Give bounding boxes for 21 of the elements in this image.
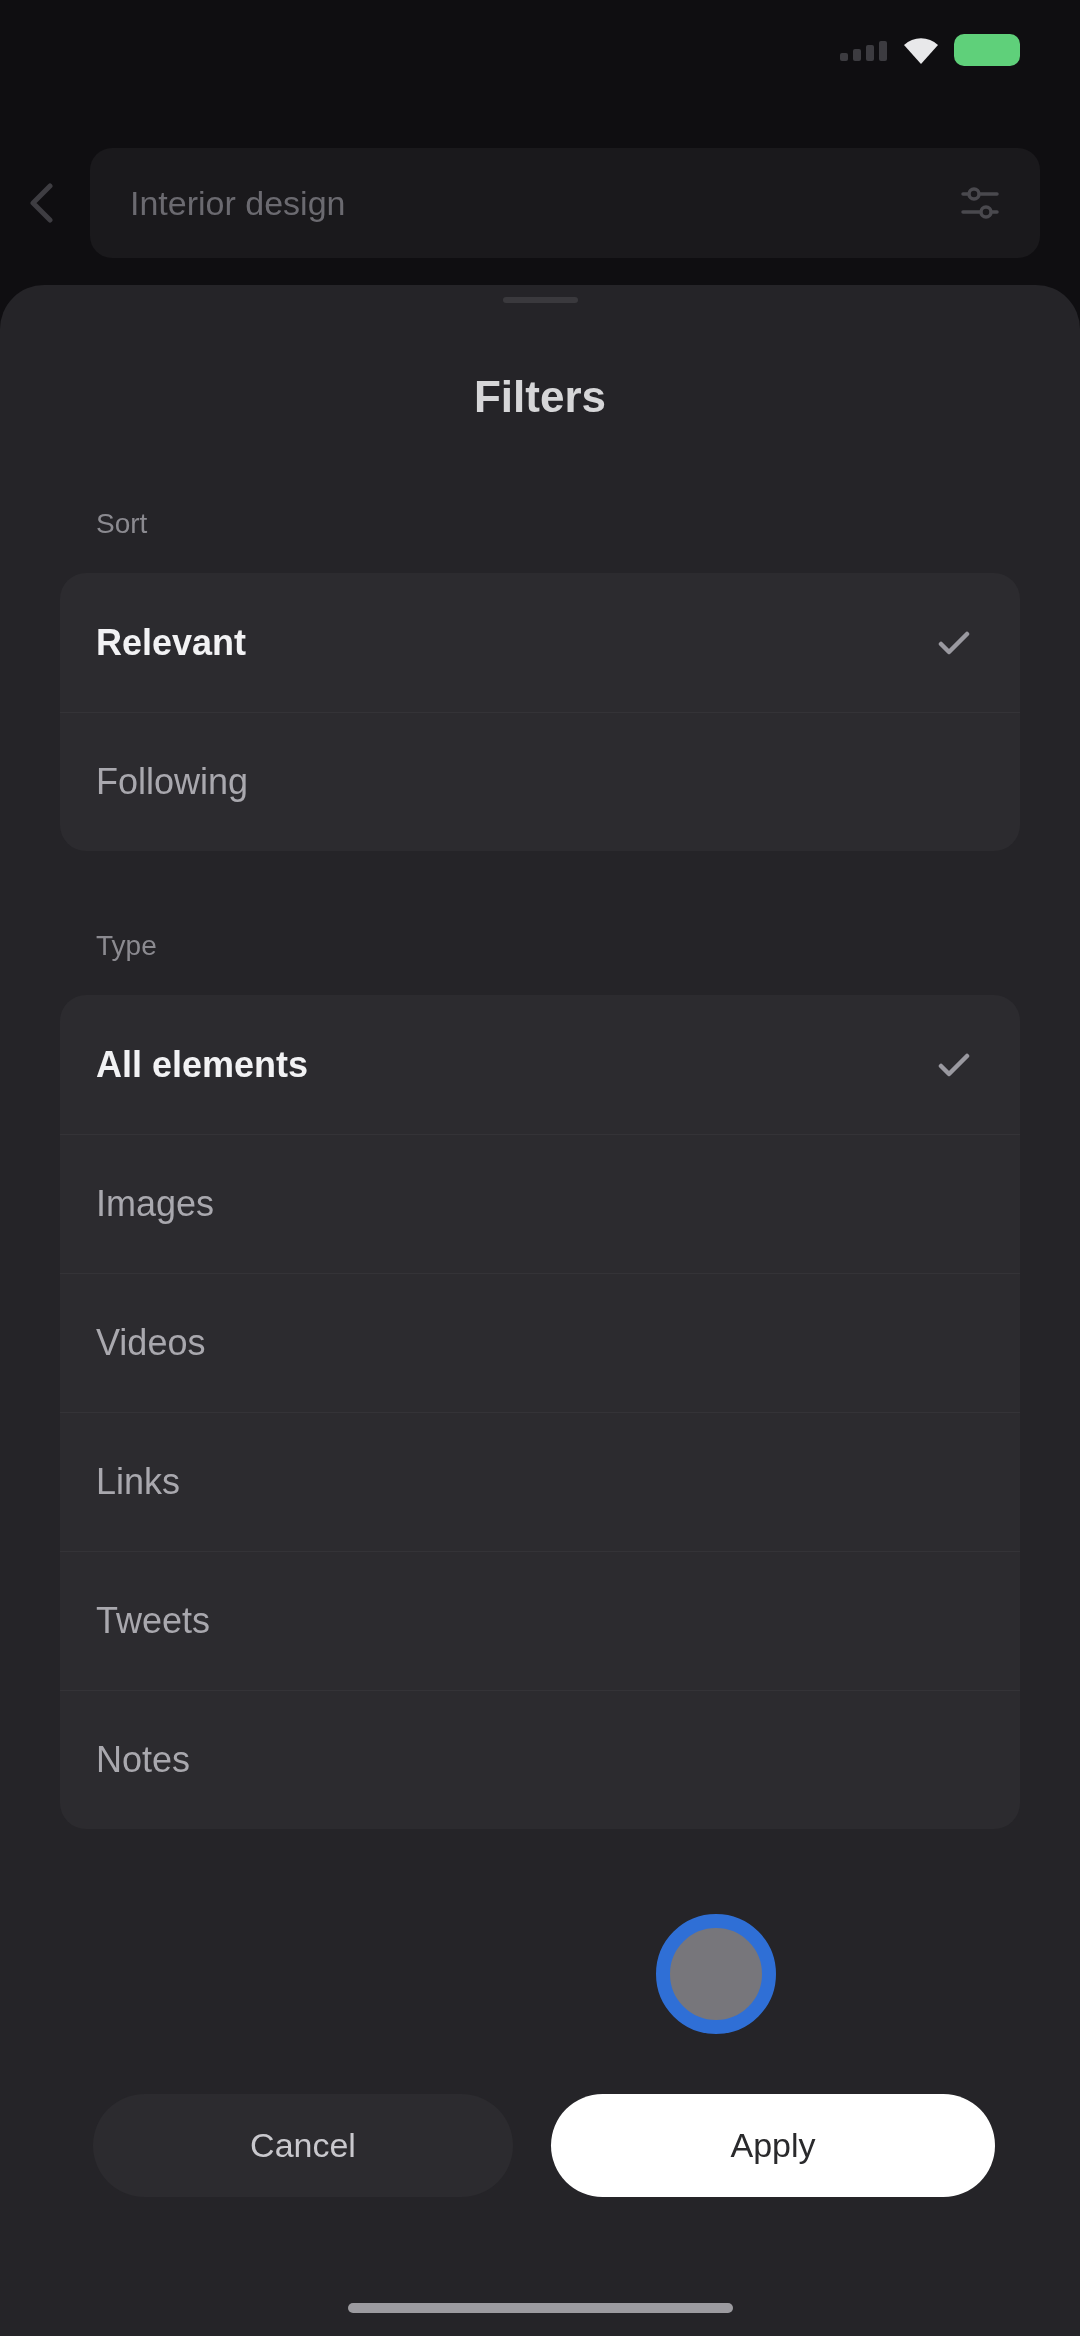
filter-option[interactable]: Following: [60, 712, 1020, 851]
filter-option[interactable]: Notes: [60, 1690, 1020, 1829]
filter-option[interactable]: All elements: [60, 995, 1020, 1134]
touch-indicator-icon: [656, 1914, 776, 2034]
filter-option[interactable]: Links: [60, 1412, 1020, 1551]
filter-option[interactable]: Tweets: [60, 1551, 1020, 1690]
section-label: Sort: [96, 507, 149, 541]
filter-option[interactable]: Videos: [60, 1273, 1020, 1412]
section-label: Type: [96, 929, 158, 963]
filter-option[interactable]: Images: [60, 1134, 1020, 1273]
filter-option[interactable]: Relevant: [60, 573, 1020, 712]
signal-icon: [840, 39, 888, 61]
wifi-icon: [904, 36, 938, 64]
check-icon: [938, 629, 970, 656]
search-field[interactable]: Interior design: [90, 148, 1040, 258]
back-icon[interactable]: [28, 183, 54, 223]
battery-icon: [954, 34, 1020, 66]
apply-button[interactable]: Apply: [551, 2094, 995, 2197]
sheet-title: Filters: [472, 371, 607, 423]
cancel-button[interactable]: Cancel: [93, 2094, 513, 2197]
check-icon: [938, 1051, 970, 1078]
